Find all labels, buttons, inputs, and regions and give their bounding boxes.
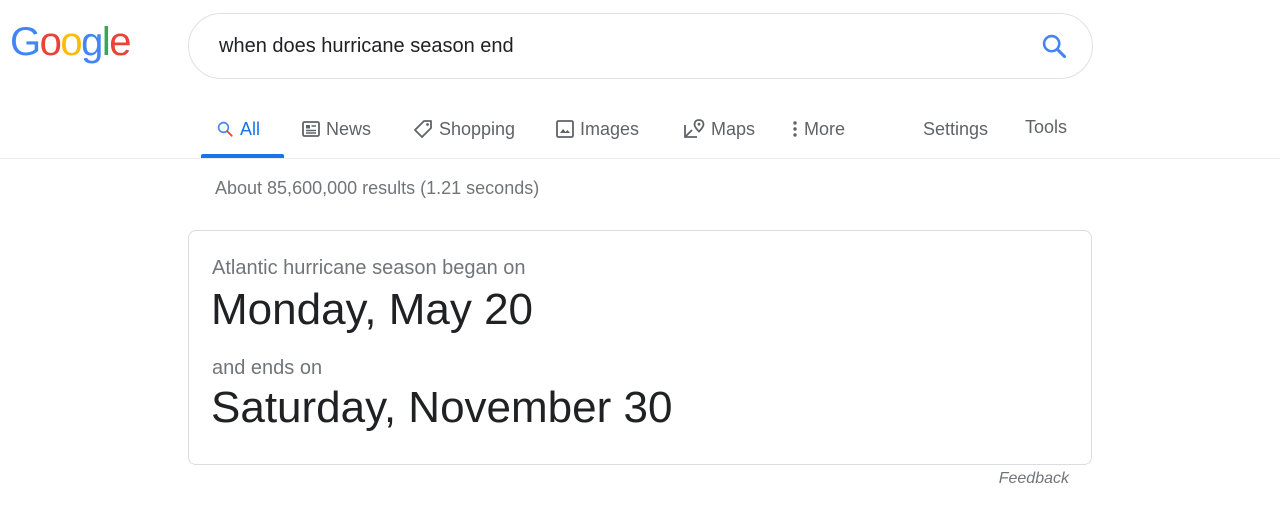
logo-letter: G <box>10 20 41 64</box>
map-pin-icon <box>684 119 705 138</box>
tab-tools[interactable]: Tools <box>1025 98 1067 156</box>
logo-letter: e <box>109 20 131 64</box>
search-box <box>188 13 1093 79</box>
tab-all[interactable]: All <box>216 100 260 158</box>
logo-letter: g <box>81 20 103 64</box>
search-input[interactable] <box>219 14 1019 78</box>
search-tabs: All News Shopping Images Maps More Setti… <box>0 100 1280 159</box>
tab-label: Shopping <box>439 118 516 139</box>
tab-label: News <box>326 118 372 139</box>
more-vertical-icon <box>793 121 797 137</box>
season-start-date: Monday, May 20 <box>211 285 534 334</box>
newspaper-icon <box>302 121 320 137</box>
image-icon <box>556 120 574 138</box>
tab-images[interactable]: Images <box>556 100 639 158</box>
result-stats: About 85,600,000 results (1.21 seconds) <box>215 178 540 198</box>
tab-label: Maps <box>711 118 756 139</box>
search-icon <box>217 121 233 137</box>
logo-letter: o <box>39 20 62 64</box>
search-button[interactable] <box>1040 32 1068 60</box>
active-tab-indicator <box>201 154 284 158</box>
tab-more[interactable]: More <box>792 100 845 158</box>
tab-label: Images <box>580 118 640 139</box>
tab-settings[interactable]: Settings <box>923 100 988 158</box>
logo-letter: l <box>101 20 111 64</box>
tab-label: Settings <box>923 118 989 139</box>
tab-label: All <box>240 118 261 139</box>
tab-label: More <box>804 118 846 139</box>
season-end-date: Saturday, November 30 <box>211 383 673 432</box>
feedback-link[interactable]: Feedback <box>999 470 1069 488</box>
season-start-label: Atlantic hurricane season began on <box>212 257 526 279</box>
tag-icon <box>414 120 432 138</box>
answer-card: Atlantic hurricane season began on Monda… <box>188 230 1092 465</box>
tab-news[interactable]: News <box>302 100 371 158</box>
tab-maps[interactable]: Maps <box>683 100 755 158</box>
season-end-label: and ends on <box>212 357 323 379</box>
tab-shopping[interactable]: Shopping <box>413 100 515 158</box>
tab-label: Tools <box>1025 116 1068 137</box>
search-icon <box>1042 34 1067 59</box>
google-logo[interactable]: Google <box>10 20 131 64</box>
logo-letter: o <box>60 20 82 64</box>
